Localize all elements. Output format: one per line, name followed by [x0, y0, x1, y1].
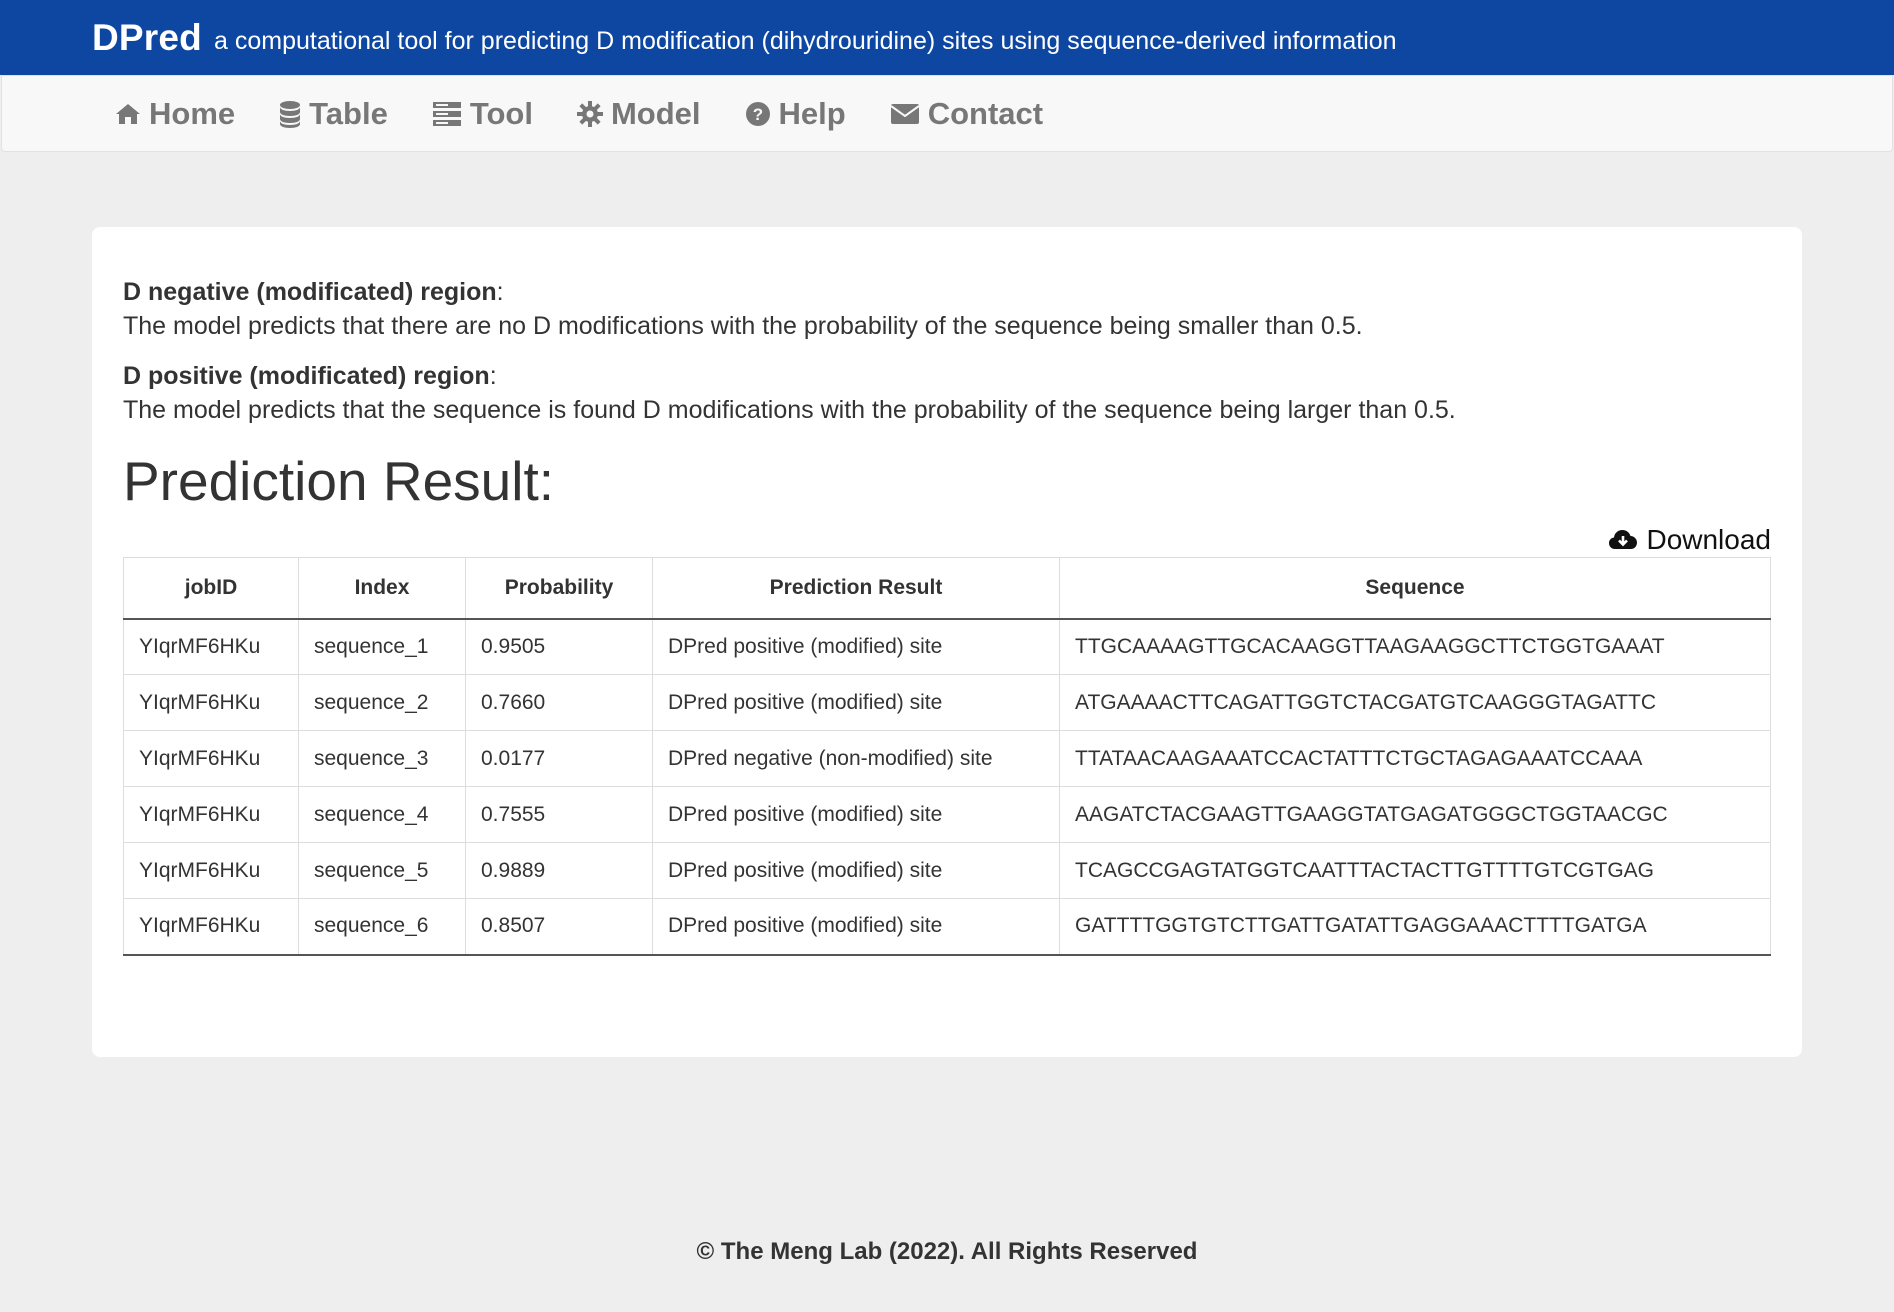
- positive-region-title: D positive (modificated) region:: [123, 362, 497, 390]
- table-row: YIqrMF6HKu sequence_6 0.8507 DPred posit…: [123, 898, 1771, 956]
- envelope-icon: [890, 103, 920, 124]
- cell-probability: 0.9889: [465, 842, 653, 899]
- cell-probability: 0.9505: [465, 618, 653, 675]
- cell-jobid: YIqrMF6HKu: [123, 898, 299, 956]
- nav-contact-label: Contact: [927, 95, 1044, 131]
- nav-home-label: Home: [149, 95, 236, 131]
- cell-sequence: AAGATCTACGAAGTTGAAGGTATGAGATGGGCTGGTAACG…: [1059, 786, 1771, 843]
- brand-logo[interactable]: DPred: [92, 17, 202, 59]
- cell-jobid: YIqrMF6HKu: [123, 786, 299, 843]
- server-icon: [432, 101, 461, 126]
- page-title: Prediction Result:: [123, 450, 555, 512]
- cell-index: sequence_4: [298, 786, 466, 843]
- negative-region-text: The model predicts that there are no D m…: [123, 312, 1363, 340]
- cell-jobid: YIqrMF6HKu: [123, 730, 299, 787]
- cell-probability: 0.8507: [465, 898, 653, 956]
- cell-prediction: DPred positive (modified) site: [652, 674, 1060, 731]
- cell-jobid: YIqrMF6HKu: [123, 618, 299, 675]
- legend: D negative (modificated) region: The mod…: [123, 227, 1771, 427]
- cell-sequence: TTGCAAAAGTTGCACAAGGTTAAGAAGGCTTCTGGTGAAA…: [1059, 618, 1771, 675]
- negative-region-title: D negative (modificated) region:: [123, 278, 504, 306]
- col-jobid[interactable]: jobID: [123, 557, 299, 620]
- cell-prediction: DPred negative (non-modified) site: [652, 730, 1060, 787]
- col-probability[interactable]: Probability: [465, 557, 653, 620]
- cell-sequence: TCAGCCGAGTATGGTCAATTTACTACTTGTTTTGTCGTGA…: [1059, 842, 1771, 899]
- results-table: jobID Index Probability Prediction Resul…: [123, 557, 1771, 956]
- cell-index: sequence_6: [298, 898, 466, 956]
- cell-index: sequence_3: [298, 730, 466, 787]
- cell-jobid: YIqrMF6HKu: [123, 842, 299, 899]
- nav-help[interactable]: ? Help: [745, 96, 846, 132]
- cell-sequence: TTATAACAAGAAATCCACTATTTCTGCTAGAGAAATCCAA…: [1059, 730, 1771, 787]
- nav-contact[interactable]: Contact: [890, 96, 1043, 132]
- cell-sequence: GATTTTGGTGTCTTGATTGATATTGAGGAAACTTTTGATG…: [1059, 898, 1771, 956]
- table-row: YIqrMF6HKu sequence_3 0.0177 DPred negat…: [123, 730, 1771, 787]
- brand-tagline: a computational tool for predicting D mo…: [213, 27, 1397, 55]
- nav-model[interactable]: Model: [576, 95, 701, 132]
- result-panel: D negative (modificated) region: The mod…: [92, 227, 1802, 1057]
- cell-jobid: YIqrMF6HKu: [123, 674, 299, 731]
- question-circle-icon: ?: [745, 101, 770, 126]
- database-icon: [280, 100, 301, 128]
- nav-table[interactable]: Table: [279, 96, 388, 132]
- cell-probability: 0.7660: [465, 674, 653, 731]
- cloud-download-icon: [1609, 530, 1638, 549]
- col-prediction-result[interactable]: Prediction Result: [652, 557, 1060, 620]
- table-row: YIqrMF6HKu sequence_4 0.7555 DPred posit…: [123, 786, 1771, 843]
- cell-sequence: ATGAAAACTTCAGATTGGTCTACGATGTCAAGGGTAGATT…: [1059, 674, 1771, 731]
- col-sequence[interactable]: Sequence: [1059, 557, 1771, 620]
- cell-probability: 0.7555: [465, 786, 653, 843]
- table-row: YIqrMF6HKu sequence_5 0.9889 DPred posit…: [123, 842, 1771, 899]
- col-index[interactable]: Index: [298, 557, 466, 620]
- table-row: YIqrMF6HKu sequence_2 0.7660 DPred posit…: [123, 674, 1771, 731]
- cell-index: sequence_5: [298, 842, 466, 899]
- positive-region-text: The model predicts that the sequence is …: [123, 396, 1456, 424]
- table-header-row: jobID Index Probability Prediction Resul…: [123, 557, 1771, 620]
- top-header: DPred a computational tool for predictin…: [0, 0, 1894, 75]
- footer-copyright: © The Meng Lab (2022). All Rights Reserv…: [696, 1238, 1198, 1265]
- main-nav: Home Table Tool Model ? Help Contact: [1, 75, 1893, 152]
- nav-help-label: Help: [778, 95, 846, 131]
- download-button[interactable]: Download: [1608, 523, 1771, 557]
- cell-index: sequence_1: [298, 618, 466, 675]
- cell-probability: 0.0177: [465, 730, 653, 787]
- table-row: YIqrMF6HKu sequence_1 0.9505 DPred posit…: [123, 618, 1771, 675]
- download-label: Download: [1646, 524, 1771, 555]
- home-icon: [116, 103, 140, 124]
- gear-icon: [576, 100, 603, 127]
- nav-tool[interactable]: Tool: [432, 96, 533, 132]
- svg-text:?: ?: [752, 105, 762, 124]
- cell-prediction: DPred positive (modified) site: [652, 898, 1060, 956]
- nav-tool-label: Tool: [469, 95, 533, 131]
- cell-index: sequence_2: [298, 674, 466, 731]
- nav-home[interactable]: Home: [115, 96, 235, 132]
- cell-prediction: DPred positive (modified) site: [652, 786, 1060, 843]
- nav-table-label: Table: [309, 95, 388, 131]
- cell-prediction: DPred positive (modified) site: [652, 842, 1060, 899]
- cell-prediction: DPred positive (modified) site: [652, 618, 1060, 675]
- nav-model-label: Model: [610, 95, 701, 131]
